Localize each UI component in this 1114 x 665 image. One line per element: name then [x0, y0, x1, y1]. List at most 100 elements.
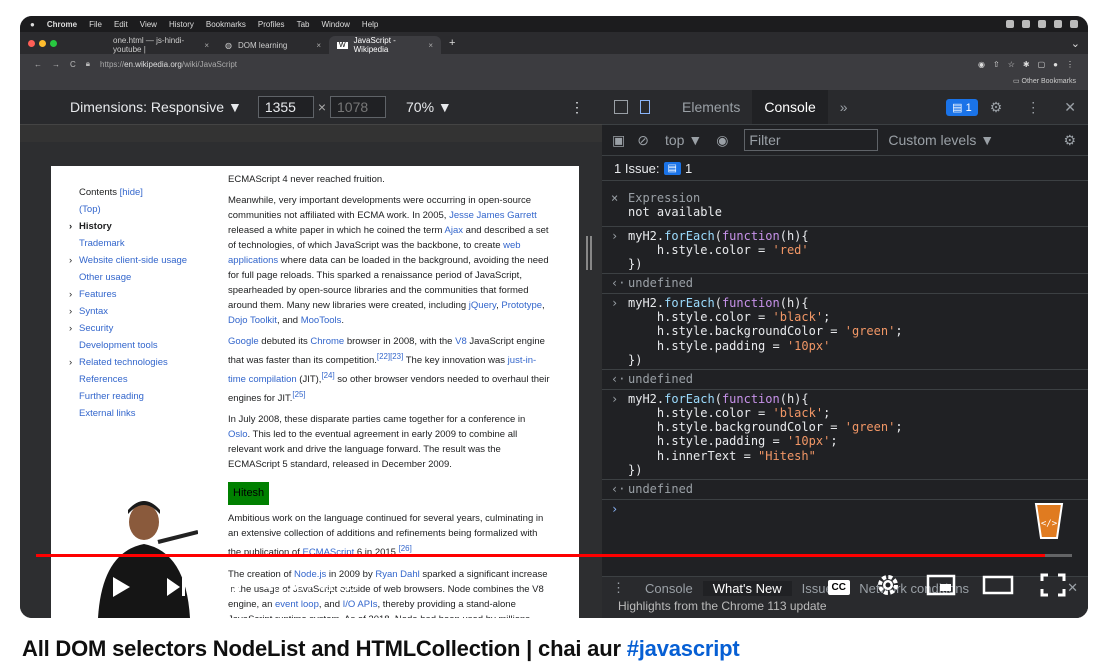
chevron-right-icon[interactable]: › — [69, 252, 72, 269]
menu-view[interactable]: View — [140, 20, 157, 29]
console-input-entry[interactable]: › myH2.forEach(function(h){ h.style.color… — [602, 294, 1088, 371]
tab-search-icon[interactable]: ⌄ — [1063, 37, 1088, 50]
citation-link[interactable]: [24] — [321, 371, 334, 380]
extension-icon[interactable]: ✱ — [1023, 60, 1030, 69]
link[interactable]: jQuery — [469, 300, 496, 311]
play-icon[interactable] — [110, 575, 132, 599]
link[interactable]: Ajax — [445, 225, 463, 236]
menu-chrome[interactable]: Chrome — [47, 20, 77, 29]
close-tab-icon[interactable]: × — [204, 41, 209, 50]
close-tab-icon[interactable]: × — [316, 41, 321, 50]
volume-icon[interactable] — [218, 575, 244, 599]
toc-item-current[interactable]: › History — [69, 218, 219, 235]
toc-item[interactable]: › Syntax — [69, 303, 219, 320]
chevron-right-icon[interactable]: › — [69, 320, 72, 337]
settings-icon[interactable]: ⚙ — [978, 99, 1015, 116]
menu-window[interactable]: Window — [321, 20, 349, 29]
zoom-window-icon[interactable] — [50, 39, 57, 47]
miniplayer-icon[interactable] — [926, 574, 956, 601]
link[interactable]: Dojo Toolkit — [228, 315, 277, 326]
theater-mode-icon[interactable] — [982, 574, 1014, 601]
share-icon[interactable]: ⇧ — [993, 60, 1000, 69]
toc-item[interactable]: › Features — [69, 286, 219, 303]
close-devtools-icon[interactable]: ✕ — [1052, 99, 1088, 116]
devtools-menu-icon[interactable]: ⋮ — [1014, 99, 1052, 116]
sidebar-toggle-icon[interactable]: ▣ — [612, 132, 625, 149]
filter-input[interactable]: Filter — [744, 129, 879, 151]
browser-tab-active[interactable]: W JavaScript - Wikipedia × — [329, 36, 441, 54]
next-icon[interactable] — [164, 575, 188, 599]
citation-link[interactable]: [26] — [399, 544, 412, 553]
dimensions-select[interactable]: Dimensions: Responsive ▼ — [70, 99, 242, 115]
forward-icon[interactable]: → — [52, 60, 60, 69]
issues-bar[interactable]: 1 Issue: ▤ 1 — [602, 156, 1088, 181]
menu-profiles[interactable]: Profiles — [258, 20, 285, 29]
star-icon[interactable]: ☆ — [1008, 60, 1015, 69]
device-menu-icon[interactable]: ⋮ — [570, 99, 584, 116]
height-input[interactable]: 1078 — [330, 96, 387, 118]
chevron-right-icon[interactable]: › — [69, 354, 72, 371]
chevron-right-icon[interactable]: › — [69, 218, 72, 235]
console-prompt[interactable]: › — [602, 500, 1088, 518]
console-settings-icon[interactable]: ⚙ — [1063, 132, 1076, 149]
toc-item[interactable]: Further reading — [79, 388, 219, 405]
menu-tab[interactable]: Tab — [297, 20, 310, 29]
tab-console[interactable]: Console — [752, 90, 828, 124]
console-input-entry[interactable]: › myH2.forEach(function(h){ h.style.color… — [602, 227, 1088, 275]
toc-item[interactable]: › Security — [69, 320, 219, 337]
menu-history[interactable]: History — [169, 20, 194, 29]
toc-item[interactable]: › Website client-side usage — [69, 252, 219, 269]
eye-icon[interactable]: ◉ — [716, 132, 728, 149]
toc-item[interactable]: Development tools — [79, 337, 219, 354]
url-field[interactable]: https://en.wikipedia.org/wiki/JavaScript — [100, 60, 237, 69]
expression-label[interactable]: Expression — [628, 191, 700, 205]
other-bookmarks[interactable]: Other Bookmarks — [1022, 78, 1076, 85]
remove-expression-icon[interactable]: × — [611, 191, 618, 205]
menu-help[interactable]: Help — [362, 20, 378, 29]
menu-edit[interactable]: Edit — [114, 20, 128, 29]
tab-elements[interactable]: Elements — [670, 90, 752, 124]
resize-handle[interactable] — [586, 236, 592, 270]
hashtag-link[interactable]: #javascript — [627, 636, 740, 661]
link[interactable]: Oslo — [228, 429, 248, 440]
citation-link[interactable]: [22][23] — [377, 352, 403, 361]
issues-badge[interactable]: ▤ 1 — [946, 98, 978, 116]
link[interactable]: Prototype — [501, 300, 542, 311]
google-icon[interactable]: ◉ — [978, 60, 985, 69]
console-input-entry[interactable]: › myH2.forEach(function(h){ h.style.color… — [602, 390, 1088, 481]
toc-item[interactable]: Trademark — [79, 235, 219, 252]
browser-tab[interactable]: ◍ DOM learning × — [217, 36, 329, 54]
sidepanel-icon[interactable]: ▢ — [1038, 60, 1046, 69]
profile-icon[interactable]: ● — [1053, 60, 1058, 69]
menu-kebab-icon[interactable]: ⋮ — [1066, 60, 1074, 69]
toc-item[interactable]: References — [79, 371, 219, 388]
menu-bookmarks[interactable]: Bookmarks — [206, 20, 246, 29]
device-toggle-icon[interactable] — [640, 100, 650, 114]
back-icon[interactable]: ← — [34, 60, 42, 69]
clear-console-icon[interactable]: ⊘ — [637, 132, 649, 149]
zoom-select[interactable]: 70% ▼ — [406, 99, 452, 115]
reload-icon[interactable]: C — [70, 60, 76, 69]
chevron-right-icon[interactable]: › — [69, 286, 72, 303]
context-select[interactable]: top ▼ — [665, 132, 702, 148]
close-tab-icon[interactable]: × — [428, 41, 433, 50]
minimize-window-icon[interactable] — [39, 39, 46, 47]
browser-tab[interactable]: one.html — js-hindi-youtube | × — [105, 36, 217, 54]
toc-hide-link[interactable]: [hide] — [120, 187, 143, 198]
toc-item[interactable]: External links — [79, 405, 219, 422]
inspect-element-icon[interactable] — [614, 100, 628, 114]
link[interactable]: Chrome — [310, 336, 344, 347]
captions-button[interactable]: CC — [827, 579, 850, 595]
toc-item[interactable]: (Top) — [79, 201, 219, 218]
citation-link[interactable]: [25] — [292, 390, 305, 399]
menu-file[interactable]: File — [89, 20, 102, 29]
fullscreen-icon[interactable] — [1040, 573, 1066, 602]
previous-icon[interactable] — [56, 575, 80, 599]
more-tabs-icon[interactable]: » — [828, 90, 860, 124]
toc-item[interactable]: Other usage — [79, 269, 219, 286]
link[interactable]: MooTools — [301, 315, 342, 326]
chevron-right-icon[interactable]: › — [69, 303, 72, 320]
video-progress-bar[interactable] — [36, 554, 1072, 557]
video-player[interactable]: ● Chrome File Edit View History Bookmark… — [20, 16, 1088, 618]
link[interactable]: Jesse James Garrett — [449, 210, 537, 221]
